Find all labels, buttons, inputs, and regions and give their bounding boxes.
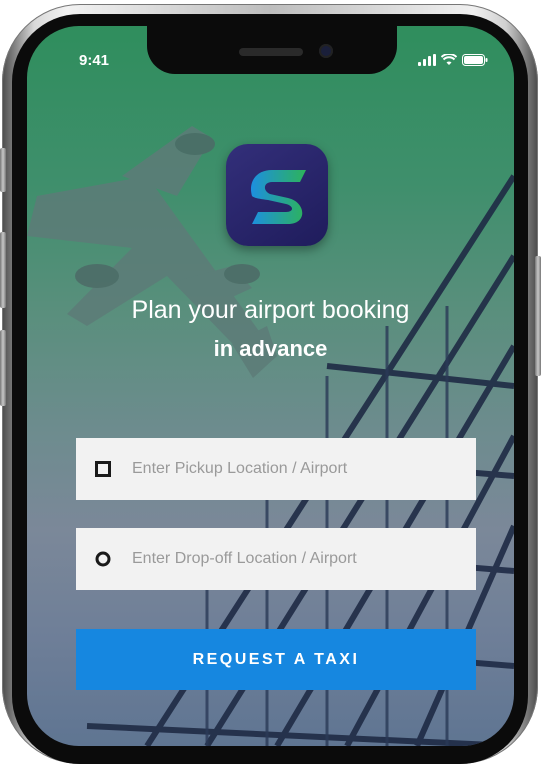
front-camera-icon (319, 44, 333, 58)
square-marker-icon (95, 461, 111, 477)
mute-switch (0, 148, 6, 192)
power-button (535, 256, 541, 376)
volume-down-button (0, 330, 6, 406)
tagline-line-1: Plan your airport booking (131, 296, 410, 324)
pickup-location-input[interactable] (132, 438, 462, 500)
status-icons (418, 52, 488, 68)
status-time: 9:41 (79, 52, 110, 69)
signal-icon (418, 54, 436, 66)
volume-up-button (0, 232, 6, 308)
s-logo-icon (226, 144, 328, 246)
request-taxi-button[interactable]: REQUEST A TAXI (76, 629, 476, 690)
circle-marker-icon (95, 551, 111, 567)
dropoff-field[interactable] (76, 528, 476, 590)
speaker-grille (239, 48, 303, 56)
notch (147, 26, 397, 74)
pickup-field[interactable] (76, 438, 476, 500)
wifi-icon (441, 54, 457, 65)
battery-icon (462, 54, 488, 66)
dropoff-location-input[interactable] (132, 528, 462, 590)
app-screen: 9:41 Plan your airport booking in advanc… (27, 26, 514, 746)
tagline-line-2: in advance (213, 336, 328, 361)
